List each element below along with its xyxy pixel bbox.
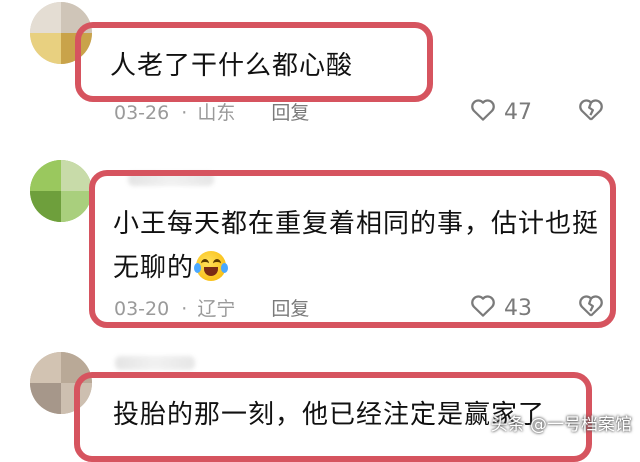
- like-count: 47: [504, 99, 532, 125]
- dislike-button[interactable]: [576, 290, 606, 324]
- heart-outline-icon: [468, 290, 498, 326]
- comment-1: 人老了干什么都心酸 03-26 · 山东 回复 47: [0, 0, 640, 150]
- reply-button[interactable]: 回复: [271, 98, 309, 125]
- broken-heart-icon: [576, 295, 606, 324]
- comment-2: 小王每天都在重复着相同的事，估计也挺 无聊的 03-20 · 辽宁 回复 43: [0, 150, 640, 340]
- comment-location: 山东: [197, 102, 236, 124]
- comment-text-line: 无聊的: [113, 253, 195, 283]
- comment-date: 03-20: [114, 298, 170, 320]
- broken-heart-icon: [576, 99, 606, 128]
- comment-text-line: 人老了干什么都心酸: [110, 51, 354, 81]
- comment-text: 小王每天都在重复着相同的事，估计也挺 无聊的: [113, 202, 599, 290]
- username-blurred: [115, 356, 195, 370]
- comment-meta: 03-26 · 山东 回复: [114, 98, 309, 125]
- comment-location: 辽宁: [197, 298, 236, 320]
- avatar[interactable]: [30, 160, 92, 222]
- comment-meta: 03-20 · 辽宁 回复: [114, 294, 309, 321]
- comment-text-line: 小王每天都在重复着相同的事，估计也挺: [113, 209, 600, 239]
- comment-text: 投胎的那一刻，他已经注定是赢家了: [113, 393, 545, 437]
- dislike-button[interactable]: [576, 94, 606, 128]
- like-count: 43: [504, 295, 532, 321]
- comment-date: 03-26: [114, 102, 170, 124]
- separator-dot: ·: [181, 102, 188, 124]
- comment-text: 人老了干什么都心酸: [110, 44, 353, 88]
- watermark: 头条 @一号档案馆: [490, 415, 632, 435]
- laugh-cry-emoji-icon: [194, 250, 229, 281]
- comment-text-line: 投胎的那一刻，他已经注定是赢家了: [113, 400, 546, 430]
- like-button[interactable]: 43: [468, 290, 532, 326]
- reply-button[interactable]: 回复: [271, 294, 309, 321]
- like-button[interactable]: 47: [468, 94, 532, 130]
- separator-dot: ·: [181, 298, 188, 320]
- heart-outline-icon: [468, 94, 498, 130]
